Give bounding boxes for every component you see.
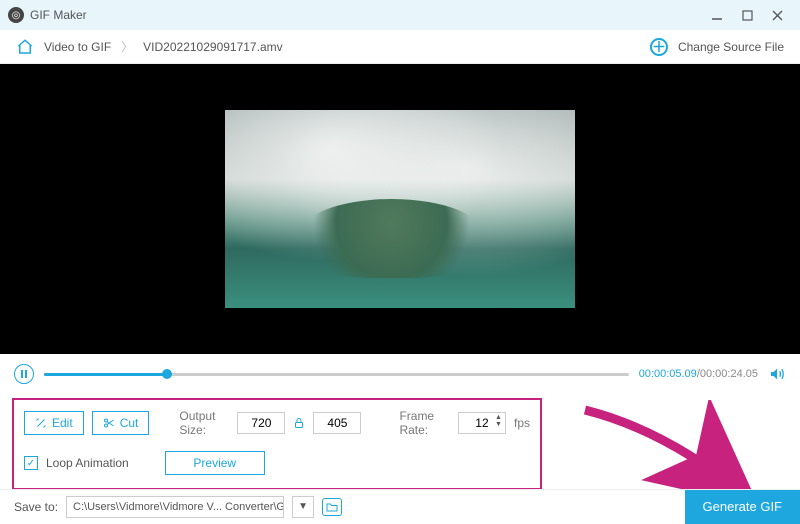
change-source-button[interactable]: Change Source File xyxy=(678,40,784,54)
output-width-input[interactable] xyxy=(237,412,285,434)
home-icon[interactable] xyxy=(16,38,34,56)
breadcrumb-bar: Video to GIF 〉 VID20221029091717.amv ＋ C… xyxy=(0,30,800,64)
seek-track[interactable] xyxy=(44,373,629,376)
breadcrumb-file: VID20221029091717.amv xyxy=(143,40,282,54)
minimize-icon xyxy=(711,9,723,21)
cut-button[interactable]: Cut xyxy=(92,411,150,435)
seek-handle[interactable] xyxy=(162,369,172,379)
open-folder-button[interactable] xyxy=(322,498,342,516)
add-source-icon[interactable]: ＋ xyxy=(650,38,668,56)
chevron-up-icon: ▲ xyxy=(495,414,502,421)
maximize-icon xyxy=(742,10,753,21)
minimize-button[interactable] xyxy=(702,5,732,25)
scissors-icon xyxy=(103,417,115,429)
player-controls: 00:00:05.09/00:00:24.05 xyxy=(0,354,800,394)
close-button[interactable] xyxy=(762,5,792,25)
preview-button[interactable]: Preview xyxy=(165,451,265,475)
video-preview-area xyxy=(0,64,800,354)
save-path-field[interactable]: C:\Users\Vidmore\Vidmore V... Converter\… xyxy=(66,496,284,518)
seek-progress xyxy=(44,373,167,376)
title-bar: ◎ GIF Maker xyxy=(0,0,800,30)
pause-button[interactable] xyxy=(14,364,34,384)
edit-button[interactable]: Edit xyxy=(24,411,84,435)
output-height-input[interactable] xyxy=(313,412,361,434)
video-frame xyxy=(225,110,575,308)
save-path-dropdown[interactable]: ▼ xyxy=(292,496,314,518)
loop-animation-checkbox[interactable]: ✓ xyxy=(24,456,38,470)
breadcrumb-root[interactable]: Video to GIF xyxy=(44,40,111,54)
edit-label: Edit xyxy=(52,416,73,430)
pause-icon xyxy=(21,370,27,378)
frame-rate-label: Frame Rate: xyxy=(399,409,450,437)
app-icon: ◎ xyxy=(8,7,24,23)
time-display: 00:00:05.09/00:00:24.05 xyxy=(639,368,758,380)
cut-label: Cut xyxy=(120,416,139,430)
fps-unit: fps xyxy=(514,416,530,430)
volume-icon xyxy=(768,366,786,382)
footer-bar: Save to: C:\Users\Vidmore\Vidmore V... C… xyxy=(0,489,800,523)
wand-icon xyxy=(35,417,47,429)
maximize-button[interactable] xyxy=(732,5,762,25)
total-time: 00:00:24.05 xyxy=(700,368,758,380)
current-time: 00:00:05.09 xyxy=(639,368,697,380)
output-size-label: Output Size: xyxy=(179,409,229,437)
chevron-down-icon: ▼ xyxy=(298,501,308,512)
generate-gif-button[interactable]: Generate GIF xyxy=(685,490,800,524)
breadcrumb-separator-icon: 〉 xyxy=(121,38,133,55)
lock-aspect-icon[interactable] xyxy=(293,416,305,430)
folder-icon xyxy=(326,502,338,512)
loop-animation-label: Loop Animation xyxy=(46,456,129,470)
save-to-label: Save to: xyxy=(14,500,58,514)
close-icon xyxy=(772,10,783,21)
volume-button[interactable] xyxy=(768,366,786,382)
app-title: GIF Maker xyxy=(30,8,87,22)
frame-rate-stepper[interactable]: ▲▼ xyxy=(495,414,502,428)
chevron-down-icon: ▼ xyxy=(495,421,502,428)
options-panel: Edit Cut Output Size: Frame Rate: ▲▼ fps… xyxy=(12,398,542,490)
